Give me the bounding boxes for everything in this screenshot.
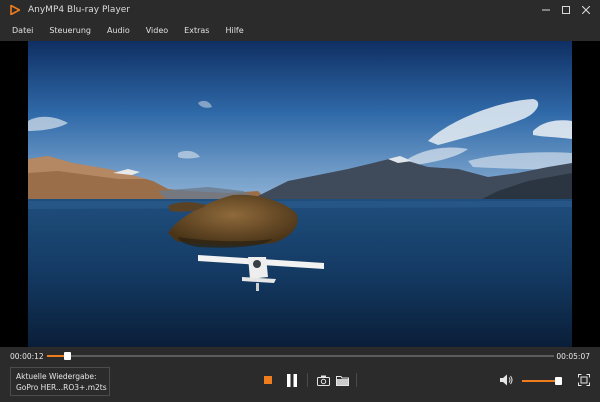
window-controls <box>536 0 596 20</box>
control-divider <box>356 373 357 387</box>
now-playing-file: GoPro HER...RO3+.m2ts <box>16 383 107 392</box>
control-bar: 00:00:12 00:05:07 Aktuelle Wiedergabe: G… <box>0 347 600 402</box>
snapshot-button[interactable] <box>316 373 330 387</box>
volume-button[interactable] <box>500 373 514 387</box>
volume-slider-handle[interactable] <box>555 377 562 385</box>
folder-icon <box>335 375 349 386</box>
speaker-icon <box>500 374 513 386</box>
total-time: 00:05:07 <box>556 352 590 361</box>
camera-icon <box>316 375 330 386</box>
video-area[interactable] <box>0 41 600 347</box>
menu-datei[interactable]: Datei <box>0 20 41 41</box>
menu-hilfe[interactable]: Hilfe <box>217 20 251 41</box>
app-logo-icon <box>10 5 20 15</box>
now-playing-box: Aktuelle Wiedergabe: GoPro HER...RO3+.m2… <box>10 367 110 396</box>
minimize-button[interactable] <box>536 0 556 20</box>
video-frame[interactable] <box>28 41 572 347</box>
volume-slider-fill <box>522 380 558 382</box>
maximize-icon <box>562 6 570 14</box>
control-divider <box>307 373 308 387</box>
current-time: 00:00:12 <box>10 352 44 361</box>
minimize-icon <box>542 9 550 11</box>
menu-video[interactable]: Video <box>138 20 176 41</box>
title-bar: AnyMP4 Blu-ray Player <box>0 0 600 20</box>
close-button[interactable] <box>576 0 596 20</box>
now-playing-label: Aktuelle Wiedergabe: <box>16 372 97 381</box>
pause-icon <box>287 373 297 387</box>
stop-button[interactable] <box>262 374 274 386</box>
volume-slider[interactable] <box>522 377 562 385</box>
menu-extras[interactable]: Extras <box>176 20 217 41</box>
maximize-button[interactable] <box>556 0 576 20</box>
fullscreen-button[interactable] <box>577 373 591 387</box>
window-title: AnyMP4 Blu-ray Player <box>28 5 131 15</box>
stop-icon <box>264 376 272 384</box>
menu-steuerung[interactable]: Steuerung <box>41 20 99 41</box>
open-folder-button[interactable] <box>335 373 349 387</box>
seek-bar-handle[interactable] <box>63 352 71 360</box>
pause-button[interactable] <box>285 373 299 387</box>
menu-audio[interactable]: Audio <box>99 20 138 41</box>
menu-bar: Datei Steuerung Audio Video Extras Hilfe <box>0 20 600 41</box>
fullscreen-icon <box>578 374 590 386</box>
seek-bar[interactable] <box>47 352 554 360</box>
close-icon <box>582 6 590 14</box>
